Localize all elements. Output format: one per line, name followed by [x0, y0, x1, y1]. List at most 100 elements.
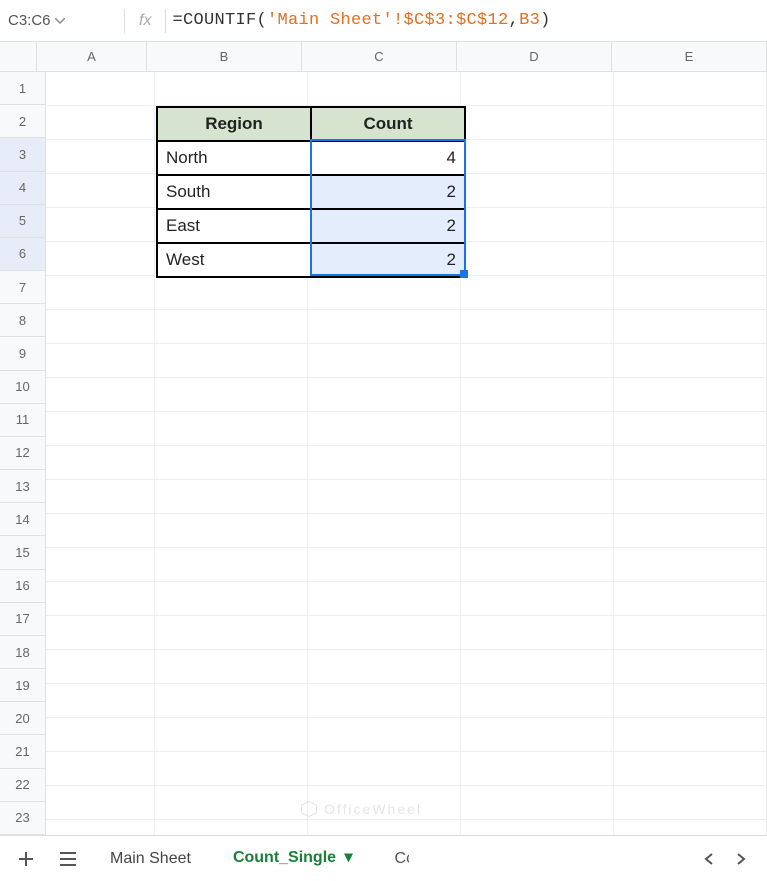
cell[interactable]	[155, 752, 308, 786]
cell[interactable]	[308, 480, 461, 514]
cell[interactable]	[461, 174, 614, 208]
cell[interactable]	[614, 684, 767, 718]
tab-count-single[interactable]: Count_Single ▾	[219, 841, 367, 876]
cell[interactable]	[308, 514, 461, 548]
cell[interactable]	[614, 140, 767, 174]
cell[interactable]	[46, 548, 155, 582]
row-header-7[interactable]: 7	[0, 271, 46, 304]
nav-right-button[interactable]	[727, 845, 755, 873]
cell-c3[interactable]: 4	[311, 141, 465, 175]
cell-c5[interactable]: 2	[311, 209, 465, 243]
cell[interactable]	[461, 480, 614, 514]
cell[interactable]	[155, 718, 308, 752]
cell[interactable]	[461, 684, 614, 718]
cell[interactable]	[308, 582, 461, 616]
cell[interactable]	[461, 208, 614, 242]
cell[interactable]	[46, 106, 155, 140]
cell-c4[interactable]: 2	[311, 175, 465, 209]
cell[interactable]	[46, 718, 155, 752]
cell[interactable]	[308, 820, 461, 835]
cell[interactable]	[614, 582, 767, 616]
row-header-3[interactable]: 3	[0, 138, 46, 171]
col-header-c[interactable]: C	[302, 42, 457, 72]
cell[interactable]	[46, 412, 155, 446]
row-header-6[interactable]: 6	[0, 238, 46, 271]
row-header-22[interactable]: 22	[0, 769, 46, 802]
row-header-9[interactable]: 9	[0, 337, 46, 370]
row-header-15[interactable]: 15	[0, 536, 46, 569]
cell[interactable]	[614, 514, 767, 548]
row-header-14[interactable]: 14	[0, 503, 46, 536]
cell[interactable]	[46, 310, 155, 344]
cell[interactable]	[614, 548, 767, 582]
cell-b5[interactable]: East	[157, 209, 311, 243]
cell[interactable]	[155, 786, 308, 820]
row-header-2[interactable]: 2	[0, 105, 46, 138]
cell[interactable]	[308, 276, 461, 310]
cell[interactable]	[46, 514, 155, 548]
row-header-23[interactable]: 23	[0, 802, 46, 835]
row-header-17[interactable]: 17	[0, 603, 46, 636]
cell[interactable]	[614, 378, 767, 412]
cell[interactable]	[155, 548, 308, 582]
select-all-corner[interactable]	[0, 42, 37, 72]
col-header-a[interactable]: A	[37, 42, 147, 72]
cell[interactable]	[46, 752, 155, 786]
cell[interactable]	[461, 140, 614, 174]
row-header-1[interactable]: 1	[0, 72, 46, 105]
cell[interactable]	[46, 616, 155, 650]
cell[interactable]	[155, 820, 308, 835]
cell[interactable]	[614, 344, 767, 378]
cell[interactable]	[46, 72, 155, 106]
name-box[interactable]: C3:C6	[8, 12, 118, 29]
cell[interactable]	[461, 616, 614, 650]
cell[interactable]	[614, 446, 767, 480]
cell[interactable]	[46, 582, 155, 616]
grid-area[interactable]: Region Count North 4 South 2 East 2	[46, 72, 767, 835]
cell[interactable]	[155, 446, 308, 480]
row-header-11[interactable]: 11	[0, 404, 46, 437]
row-header-5[interactable]: 5	[0, 205, 46, 238]
cell-b3[interactable]: North	[157, 141, 311, 175]
cell[interactable]	[461, 72, 614, 106]
row-header-13[interactable]: 13	[0, 470, 46, 503]
cell[interactable]	[155, 72, 308, 106]
cell[interactable]	[461, 378, 614, 412]
cell[interactable]	[614, 242, 767, 276]
row-header-12[interactable]: 12	[0, 437, 46, 470]
cell[interactable]	[308, 718, 461, 752]
cell[interactable]	[614, 480, 767, 514]
add-sheet-button[interactable]	[12, 845, 40, 873]
cell[interactable]	[308, 310, 461, 344]
cell[interactable]	[155, 650, 308, 684]
cell[interactable]	[614, 786, 767, 820]
cell[interactable]	[614, 412, 767, 446]
row-header-20[interactable]: 20	[0, 702, 46, 735]
cell[interactable]	[155, 582, 308, 616]
row-header-4[interactable]: 4	[0, 172, 46, 205]
cell[interactable]	[308, 786, 461, 820]
chevron-down-icon[interactable]: ▾	[345, 849, 353, 866]
cell[interactable]	[155, 412, 308, 446]
table-header-region[interactable]: Region	[157, 107, 311, 141]
cell[interactable]	[614, 208, 767, 242]
cell[interactable]	[46, 242, 155, 276]
cell[interactable]	[461, 650, 614, 684]
cell[interactable]	[614, 276, 767, 310]
cell[interactable]	[308, 344, 461, 378]
cell[interactable]	[46, 174, 155, 208]
cell[interactable]	[155, 378, 308, 412]
cell[interactable]	[308, 616, 461, 650]
cell[interactable]	[46, 276, 155, 310]
cell[interactable]	[308, 650, 461, 684]
cell[interactable]	[46, 208, 155, 242]
cell[interactable]	[614, 650, 767, 684]
cell[interactable]	[461, 106, 614, 140]
tab-partial[interactable]: Co	[381, 844, 409, 874]
cell[interactable]	[308, 412, 461, 446]
cell[interactable]	[46, 820, 155, 835]
row-header-21[interactable]: 21	[0, 735, 46, 768]
cell[interactable]	[46, 140, 155, 174]
row-header-18[interactable]: 18	[0, 636, 46, 669]
cell[interactable]	[46, 344, 155, 378]
